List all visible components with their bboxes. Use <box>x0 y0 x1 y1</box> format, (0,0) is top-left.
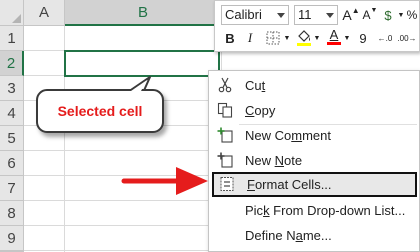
shrink-font-icon: A <box>362 8 371 22</box>
font-name-dropdown[interactable]: Calibri <box>221 5 289 25</box>
increase-font-size-button[interactable]: A ▲ <box>342 5 360 25</box>
menu-item-label: New Comment <box>245 128 331 143</box>
decrease-decimal-icon: .00→ <box>397 33 417 43</box>
increase-decimal-button[interactable]: ←.0 <box>375 28 395 48</box>
menu-item-label: Format Cells... <box>247 177 332 192</box>
increase-decimal-icon: ←.0 <box>377 33 393 43</box>
menu-item-new-comment[interactable]: New Comment <box>209 123 420 148</box>
font-size-value: 11 <box>298 7 312 22</box>
selected-cell-callout: Selected cell <box>36 89 164 133</box>
selected-cell-b2[interactable] <box>64 50 220 77</box>
row-header-6[interactable]: 6 <box>0 151 24 176</box>
decrease-font-size-button[interactable]: A ▼ <box>361 5 379 25</box>
borders-dropdown-button[interactable]: ▼ <box>283 28 291 48</box>
caret-up-icon: ▲ <box>351 6 360 15</box>
chevron-down-icon: ▼ <box>283 34 291 42</box>
borders-icon <box>266 31 280 45</box>
currency-icon: $ <box>384 7 392 23</box>
menu-item-label: Pick From Drop-down List... <box>245 203 406 218</box>
row-header-5[interactable]: 5 <box>0 126 24 151</box>
column-header-a[interactable]: A <box>24 0 65 26</box>
new-note-icon <box>217 152 233 168</box>
comma-style-button[interactable]: 9 <box>356 28 370 48</box>
font-color-dropdown-button[interactable]: ▼ <box>343 28 351 48</box>
select-all-triangle <box>12 14 21 23</box>
font-color-button[interactable]: A <box>325 26 343 46</box>
menu-item-copy[interactable]: Copy <box>209 98 420 123</box>
new-comment-icon <box>217 127 233 143</box>
callout-text: Selected cell <box>57 103 143 119</box>
row-header-4[interactable]: 4 <box>0 101 24 126</box>
chevron-down-icon: ▼ <box>397 11 405 19</box>
menu-item-label: Copy <box>245 103 276 118</box>
row-header-9[interactable]: 9 <box>0 226 24 251</box>
menu-item-new-note[interactable]: New Note <box>209 148 420 173</box>
chevron-down-icon <box>326 13 334 18</box>
font-color-icon: A <box>329 26 339 42</box>
chevron-down-icon: ▼ <box>343 34 351 42</box>
menu-item-format-cells[interactable]: Format Cells... <box>212 172 417 197</box>
caret-down-icon: ▼ <box>370 7 378 14</box>
italic-button[interactable]: I <box>241 28 259 48</box>
mini-toolbar: Calibri 11 A ▲ A ▼ $ ▼ % B I ▼ ▼ A ▼ 9 ←… <box>214 0 420 52</box>
font-size-dropdown[interactable]: 11 <box>294 5 338 25</box>
context-menu: Cut Copy New Comment New Note Format Cel <box>208 70 420 252</box>
scissors-icon <box>218 77 232 93</box>
column-header-b[interactable]: B <box>65 0 222 26</box>
font-name-value: Calibri <box>225 7 262 22</box>
bold-button[interactable]: B <box>221 28 239 48</box>
row-header-2[interactable]: 2 <box>0 51 24 76</box>
menu-item-label: Define Name... <box>245 228 332 243</box>
copy-icon <box>217 102 233 118</box>
percent-style-button[interactable]: % <box>405 5 419 25</box>
percent-icon: % <box>406 8 418 22</box>
menu-item-label: Cut <box>245 78 266 93</box>
select-all-button[interactable] <box>0 0 24 26</box>
decrease-decimal-button[interactable]: .00→ <box>397 28 417 48</box>
menu-item-label: New Note <box>245 153 303 168</box>
fill-color-button[interactable] <box>295 28 313 48</box>
bold-icon: B <box>225 30 235 46</box>
grow-font-icon: A <box>342 7 352 23</box>
font-color-swatch <box>327 41 341 45</box>
fill-color-dropdown-button[interactable]: ▼ <box>313 28 321 48</box>
fill-color-icon <box>297 30 311 46</box>
row-header-7[interactable]: 7 <box>0 176 24 201</box>
row-header-1[interactable]: 1 <box>0 26 24 51</box>
menu-item-pick-from-list[interactable]: Pick From Drop-down List... <box>209 198 420 223</box>
menu-item-define-name[interactable]: Define Name... <box>209 223 420 248</box>
format-cells-icon <box>220 177 234 191</box>
italic-icon: I <box>247 30 253 45</box>
accounting-format-button[interactable]: $ <box>381 5 395 25</box>
chevron-down-icon <box>277 13 285 18</box>
comma-style-icon: 9 <box>359 30 367 46</box>
chevron-down-icon: ▼ <box>313 34 321 42</box>
row-header-3[interactable]: 3 <box>0 76 24 101</box>
borders-button[interactable] <box>263 28 283 48</box>
menu-item-cut[interactable]: Cut <box>209 73 420 98</box>
row-header-8[interactable]: 8 <box>0 201 24 226</box>
